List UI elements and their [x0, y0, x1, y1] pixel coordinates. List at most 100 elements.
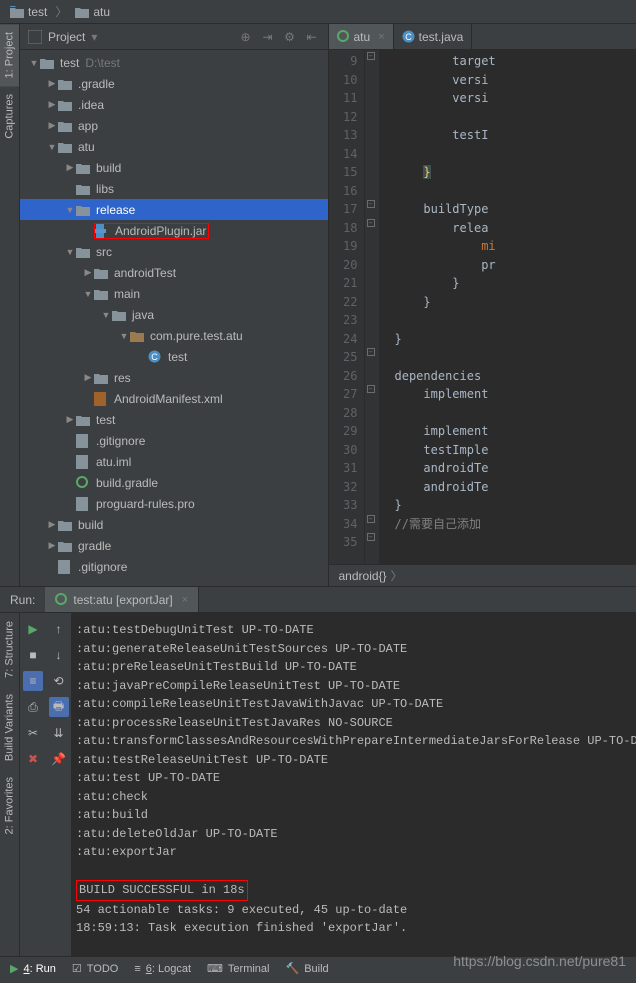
tab-project[interactable]: 1: Project: [0, 24, 19, 86]
run-output[interactable]: :atu:testDebugUnitTest UP-TO-DATE :atu:g…: [72, 613, 636, 956]
tree-arrow-icon[interactable]: ▶: [46, 99, 58, 110]
print-icon[interactable]: 🖶: [49, 697, 69, 717]
stop-icon[interactable]: ■: [23, 645, 43, 665]
close-icon[interactable]: ×: [378, 31, 384, 43]
bottom-item-build[interactable]: 🔨Build: [286, 962, 329, 975]
tree-row[interactable]: ▼release: [20, 199, 328, 220]
collapse-icon[interactable]: ⇥: [260, 29, 276, 45]
fold-icon[interactable]: −: [367, 385, 375, 393]
tree-arrow-icon[interactable]: ▶: [46, 519, 58, 530]
tree-row[interactable]: atu.iml: [20, 451, 328, 472]
folder-icon: [58, 141, 74, 153]
tree-label: .gradle: [78, 77, 115, 91]
editor-tab[interactable]: atu×: [329, 24, 394, 49]
tree-arrow-icon[interactable]: ▼: [118, 331, 130, 341]
tree-arrow-icon[interactable]: ▼: [100, 310, 112, 320]
fold-icon[interactable]: −: [367, 219, 375, 227]
tab-captures[interactable]: Captures: [0, 86, 19, 147]
fold-icon[interactable]: −: [367, 533, 375, 541]
trash-icon[interactable]: ✂: [23, 723, 43, 743]
tree-arrow-icon[interactable]: ▶: [64, 162, 76, 173]
project-tree[interactable]: ▼testD:\test▶.gradle▶.idea▶app▼atu▶build…: [20, 50, 328, 586]
fold-icon[interactable]: −: [367, 52, 375, 60]
target-icon[interactable]: ⊕: [238, 29, 254, 45]
export-icon[interactable]: ⎙: [23, 697, 43, 717]
run-toolbar-left: ▶ ■ ≡ ⎙ ✂ ✖: [20, 613, 46, 956]
gear-icon[interactable]: ⚙: [282, 29, 298, 45]
run-icon: ▶: [10, 962, 18, 975]
fold-icon[interactable]: −: [367, 200, 375, 208]
editor-breadcrumb[interactable]: android{} 〉: [329, 564, 636, 586]
tree-row[interactable]: Ctest: [20, 346, 328, 367]
tree-row[interactable]: .gitignore: [20, 430, 328, 451]
tree-row[interactable]: ▼atu: [20, 136, 328, 157]
fold-icon[interactable]: −: [367, 515, 375, 523]
scroll-icon[interactable]: ⇊: [49, 723, 69, 743]
tree-arrow-icon[interactable]: ▶: [46, 78, 58, 89]
editor-body[interactable]: 9101112131415161718192021222324252627282…: [329, 50, 636, 564]
folder-icon: [76, 183, 92, 195]
breadcrumb-label: test: [28, 5, 47, 19]
tree-row[interactable]: .gitignore: [20, 556, 328, 577]
tree-row[interactable]: ▼ main: [20, 283, 328, 304]
bottom-item-logcat[interactable]: ≡6: Logcat: [134, 963, 191, 975]
tab-build-variants[interactable]: Build Variants: [0, 686, 19, 769]
bottom-item-todo[interactable]: ☑TODO: [72, 962, 118, 975]
tree-row[interactable]: AndroidManifest.xml: [20, 388, 328, 409]
tree-label: main: [114, 287, 140, 301]
folder-icon: [58, 78, 74, 90]
tab-structure[interactable]: 7: Structure: [0, 613, 19, 686]
tree-arrow-icon[interactable]: ▼: [82, 289, 94, 299]
wrap-icon[interactable]: ⟲: [49, 671, 69, 691]
tree-arrow-icon[interactable]: ▼: [46, 142, 58, 152]
code-content[interactable]: target versi versi testI } buildType rel…: [379, 50, 636, 564]
folder-icon: [76, 204, 92, 216]
bottom-item-terminal[interactable]: ⌨Terminal: [207, 962, 269, 975]
tree-row[interactable]: ▶build: [20, 514, 328, 535]
editor-tab[interactable]: Ctest.java: [394, 24, 473, 49]
rerun-icon[interactable]: ▶: [23, 619, 43, 639]
gutter: 9101112131415161718192021222324252627282…: [329, 50, 365, 564]
up-icon[interactable]: ↑: [49, 619, 69, 639]
tree-row[interactable]: build.gradle: [20, 472, 328, 493]
dropdown-icon[interactable]: ▾: [91, 30, 97, 44]
tab-favorites[interactable]: 2: Favorites: [0, 769, 19, 842]
tree-row[interactable]: ▶ .gradle: [20, 73, 328, 94]
tree-row[interactable]: ▶ gradle: [20, 535, 328, 556]
tree-arrow-icon[interactable]: ▶: [46, 120, 58, 131]
tree-arrow-icon[interactable]: ▼: [28, 58, 40, 68]
folder-icon: [58, 120, 74, 132]
tree-arrow-icon[interactable]: ▼: [64, 205, 76, 215]
down-icon[interactable]: ↓: [49, 645, 69, 665]
tree-row[interactable]: ▼testD:\test: [20, 52, 328, 73]
tree-row[interactable]: ▶test: [20, 409, 328, 430]
tree-row[interactable]: ▶androidTest: [20, 262, 328, 283]
tree-row[interactable]: ▼src: [20, 241, 328, 262]
tree-row[interactable]: AndroidPlugin.jar: [20, 220, 328, 241]
tree-row[interactable]: ▼java: [20, 304, 328, 325]
tree-arrow-icon[interactable]: ▶: [64, 414, 76, 425]
tree-arrow-icon[interactable]: ▶: [82, 267, 94, 278]
tree-row[interactable]: ▶res: [20, 367, 328, 388]
tree-row[interactable]: libs: [20, 178, 328, 199]
tree-row[interactable]: proguard-rules.pro: [20, 493, 328, 514]
tree-arrow-icon[interactable]: ▶: [46, 540, 58, 551]
breadcrumb-item[interactable]: atu: [69, 5, 116, 19]
tree-row[interactable]: ▼com.pure.test.atu: [20, 325, 328, 346]
hide-icon[interactable]: ⇤: [304, 29, 320, 45]
close-icon[interactable]: ×: [182, 594, 188, 606]
tree-label: gradle: [78, 539, 111, 553]
pin-icon[interactable]: 📌: [49, 749, 69, 769]
bottom-item-run[interactable]: ▶4: Run: [10, 962, 56, 975]
fold-icon[interactable]: −: [367, 348, 375, 356]
breadcrumb-item[interactable]: test: [4, 5, 53, 19]
tree-arrow-icon[interactable]: ▼: [64, 247, 76, 257]
fold-gutter[interactable]: − − − − − − −: [365, 50, 379, 564]
close-icon[interactable]: ✖: [23, 749, 43, 769]
run-tab[interactable]: test:atu [exportJar] ×: [45, 587, 199, 612]
tree-row[interactable]: ▶build: [20, 157, 328, 178]
tree-row[interactable]: ▶app: [20, 115, 328, 136]
tree-arrow-icon[interactable]: ▶: [82, 372, 94, 383]
tree-row[interactable]: ▶.idea: [20, 94, 328, 115]
filter-icon[interactable]: ≡: [23, 671, 43, 691]
